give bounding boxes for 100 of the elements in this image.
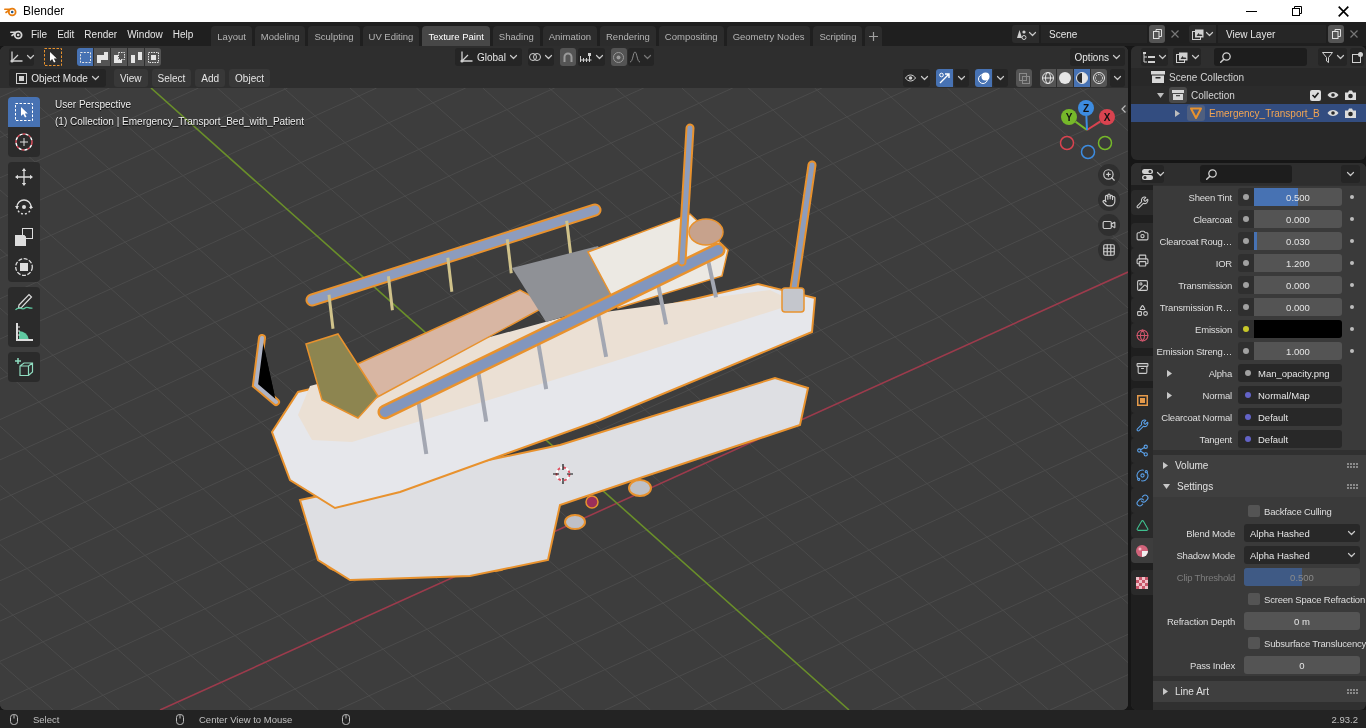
transform-orientation-dropdown[interactable]: Global (455, 48, 522, 66)
tool-button[interactable] (8, 162, 40, 192)
view-layer-selector-button[interactable] (1189, 25, 1216, 43)
search-field[interactable] (1200, 165, 1292, 183)
select-mode-button[interactable] (128, 48, 144, 66)
workspace-tab[interactable]: Texture Paint (422, 26, 490, 46)
properties-tab[interactable] (1131, 190, 1153, 215)
view-layer-filter-dropdown[interactable] (1173, 48, 1201, 66)
workspace-tab[interactable]: Geometry Nodes (726, 26, 811, 46)
header-menu[interactable]: Object (229, 69, 270, 87)
scene-name-field[interactable]: Scene (1041, 25, 1147, 43)
select-mode-button[interactable] (145, 48, 161, 66)
tool-button[interactable] (8, 97, 40, 127)
properties-tab[interactable] (1131, 223, 1153, 248)
properties-tab[interactable] (1131, 513, 1153, 538)
workspace-tab[interactable]: Layout (211, 26, 252, 46)
snap-toggle[interactable] (559, 48, 576, 66)
pan-view-button[interactable] (1098, 189, 1120, 211)
zoom-view-button[interactable] (1098, 164, 1120, 186)
linked-input-field[interactable]: Normal/Map (1238, 386, 1342, 404)
view-layer-name-field[interactable]: View Layer (1218, 25, 1326, 43)
dropdown-field[interactable]: Alpha Hashed (1244, 524, 1360, 542)
menu-item[interactable]: File (26, 25, 53, 43)
select-box-icon[interactable] (44, 48, 62, 66)
new-collection-button[interactable] (1350, 48, 1364, 66)
proportional-editing-toggle[interactable] (610, 48, 627, 66)
camera-icon[interactable] (1345, 108, 1356, 118)
properties-tab[interactable] (1131, 570, 1153, 595)
negative-axis-ball[interactable] (1059, 135, 1075, 151)
z-axis-ball[interactable]: Z (1078, 100, 1094, 116)
socket-link-button[interactable] (1238, 188, 1254, 206)
shading-mode-button[interactable] (1057, 69, 1073, 87)
options-dropdown[interactable]: Options (1069, 48, 1125, 66)
snap-target-dropdown[interactable] (577, 48, 605, 66)
number-field[interactable]: 0 (1244, 656, 1360, 674)
gizmo-options-dropdown[interactable] (954, 69, 969, 87)
eye-icon[interactable] (1327, 109, 1339, 117)
socket-link-button[interactable] (1238, 232, 1254, 250)
socket-link-button[interactable] (1238, 320, 1254, 338)
properties-tab[interactable] (1131, 538, 1153, 563)
gizmo-toggle[interactable] (936, 69, 953, 87)
pivot-point-dropdown[interactable] (527, 48, 554, 66)
workspace-tab[interactable]: Animation (542, 26, 597, 46)
scene-selector-button[interactable] (1012, 25, 1039, 43)
editor-type-dropdown[interactable] (1141, 165, 1164, 183)
panel-header[interactable]: Volume (1153, 455, 1366, 476)
value-slider[interactable]: 0.030 (1254, 232, 1342, 250)
checkbox-label[interactable]: Backface Culling (1264, 505, 1332, 517)
shading-mode-button[interactable] (1040, 69, 1056, 87)
shading-mode-button[interactable] (1091, 69, 1107, 87)
checkbox-label[interactable]: Screen Space Refraction (1264, 593, 1365, 605)
app-logo-icon[interactable] (10, 28, 23, 40)
panel-header[interactable]: Settings (1153, 476, 1366, 497)
shading-options-dropdown[interactable] (1110, 69, 1125, 87)
falloff-dropdown[interactable] (627, 48, 654, 66)
overlay-toggle[interactable] (975, 69, 992, 87)
display-mode-dropdown[interactable] (1141, 48, 1168, 66)
eye-icon[interactable] (1327, 91, 1339, 99)
x-axis-ball[interactable]: X (1099, 109, 1115, 125)
chevron-left-icon[interactable] (1121, 105, 1126, 113)
shading-mode-button[interactable] (1074, 69, 1090, 87)
value-slider[interactable]: 0.500 (1254, 188, 1342, 206)
select-mode-button[interactable] (111, 48, 127, 66)
checkbox-label[interactable]: Subsurface Translucency (1264, 637, 1366, 649)
socket-link-button[interactable] (1238, 342, 1254, 360)
camera-icon[interactable] (1345, 90, 1356, 100)
camera-view-button[interactable] (1098, 214, 1120, 236)
workspace-tab[interactable]: Scripting (813, 26, 863, 46)
number-field[interactable]: 1.200 (1254, 254, 1342, 272)
mode-dropdown[interactable]: Object Mode (9, 69, 106, 87)
options-dropdown[interactable] (1341, 165, 1360, 183)
tool-button[interactable] (8, 287, 40, 317)
workspace-tab[interactable]: UV Editing (362, 26, 420, 46)
tool-button[interactable] (8, 352, 40, 382)
socket-link-button[interactable] (1238, 276, 1254, 294)
color-swatch[interactable] (1254, 320, 1342, 338)
properties-tab[interactable] (1131, 388, 1153, 413)
workspace-tab[interactable]: Rendering (600, 26, 656, 46)
workspace-tab[interactable]: Shading (492, 26, 540, 46)
workspace-tab[interactable]: Modeling (254, 26, 306, 46)
socket-link-button[interactable] (1238, 210, 1254, 228)
tool-button[interactable] (8, 252, 40, 282)
checkbox[interactable] (1248, 637, 1260, 649)
panel-header[interactable]: Line Art (1153, 681, 1366, 702)
number-field[interactable]: 0.000 (1254, 210, 1342, 228)
checkbox[interactable] (1248, 505, 1260, 517)
linked-input-field[interactable]: Default (1238, 408, 1342, 426)
add-workspace-button[interactable] (865, 26, 883, 46)
new-scene-button[interactable] (1149, 25, 1165, 43)
select-mode-button[interactable] (94, 48, 110, 66)
socket-link-button[interactable] (1238, 254, 1254, 272)
header-menu[interactable]: Add (195, 69, 226, 87)
filter-dropdown[interactable] (1318, 48, 1347, 66)
xray-toggle[interactable] (1016, 69, 1032, 87)
menu-item[interactable]: Edit (52, 25, 80, 43)
header-menu[interactable]: Select (151, 69, 192, 87)
select-mode-button[interactable] (77, 48, 93, 66)
y-axis-ball[interactable]: Y (1061, 109, 1077, 125)
checkbox[interactable] (1248, 593, 1260, 605)
linked-input-field[interactable]: Man_opacity.png (1238, 364, 1342, 382)
